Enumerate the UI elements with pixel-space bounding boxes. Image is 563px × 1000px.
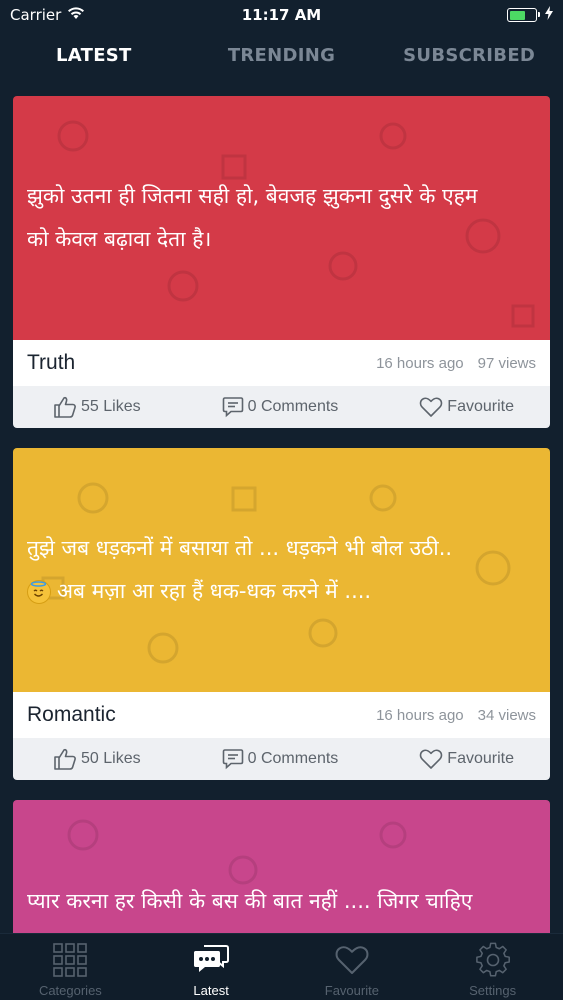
quote-line: तुझे जब धड़कनों में बसाया तो ... धड़कने … [27, 536, 453, 560]
chat-bubbles-icon [192, 940, 230, 980]
quote-text: झुको उतना ही जितना सही हो, बेवजह झुकना द… [27, 175, 477, 261]
quote-feed[interactable]: झुको उतना ही जितना सही हो, बेवजह झुकना द… [0, 96, 563, 933]
card-stats: 16 hours ago 34 views [376, 707, 536, 724]
angel-emoji-icon [27, 580, 51, 604]
tab-label: Settings [469, 983, 517, 998]
comment-count: 0 Comments [247, 398, 339, 415]
quote-card[interactable]: तुझे जब धड़कनों में बसाया तो ... धड़कने … [13, 448, 550, 780]
card-meta: Romantic 16 hours ago 34 views [13, 692, 550, 738]
status-time: 11:17 AM [241, 6, 322, 24]
time-ago: 16 hours ago [376, 354, 464, 372]
card-meta: Truth 16 hours ago 97 views [13, 340, 550, 386]
quote-line: झुको उतना ही जितना सही हो, बेवजह झुकना द… [27, 184, 478, 208]
quote-line: को केवल बढ़ावा देता है। [27, 227, 212, 251]
quote-body[interactable]: झुको उतना ही जितना सही हो, बेवजह झुकना द… [13, 96, 550, 340]
card-stats: 16 hours ago 97 views [376, 355, 536, 372]
quote-line: प्यार करना हर किसी के बस की बात नहीं ...… [27, 889, 473, 913]
heart-icon [419, 748, 443, 770]
comment-icon [222, 748, 244, 770]
grid-icon [52, 940, 88, 980]
category-label[interactable]: Truth [27, 351, 75, 375]
comment-icon [222, 396, 244, 418]
bottom-tab-bar: Categories Latest Favourite Settings [0, 933, 563, 1000]
card-actions: 50 Likes 0 Comments Favourite [13, 738, 550, 780]
favourite-label: Favourite [447, 750, 514, 767]
tab-favourite[interactable]: Favourite [282, 934, 423, 1000]
comment-button[interactable]: 0 Comments [222, 396, 339, 418]
time-ago: 16 hours ago [376, 706, 464, 724]
quote-body[interactable]: तुझे जब धड़कनों में बसाया तो ... धड़कने … [13, 448, 550, 692]
comment-button[interactable]: 0 Comments [222, 748, 339, 770]
favourite-button[interactable]: Favourite [419, 396, 514, 418]
heart-icon [334, 940, 370, 980]
quote-text: तुझे जब धड़कनों में बसाया तो ... धड़कने … [27, 527, 452, 613]
like-count: 50 Likes [81, 750, 141, 767]
battery-icon [507, 8, 540, 22]
status-bar: Carrier 11:17 AM [0, 0, 563, 30]
tab-label: Favourite [324, 983, 379, 998]
category-label[interactable]: Romantic [27, 703, 116, 727]
thumbs-up-icon [53, 748, 77, 770]
view-count: 34 views [477, 706, 536, 724]
quote-body[interactable]: प्यार करना हर किसी के बस की बात नहीं ...… [13, 800, 550, 933]
comment-count: 0 Comments [247, 750, 339, 767]
quote-line: अब मज़ा आ रहा हैं धक-धक करने में .... [27, 570, 452, 613]
card-actions: 55 Likes 0 Comments Favourite [13, 386, 550, 428]
tab-categories[interactable]: Categories [0, 934, 141, 1000]
tab-label: Categories [38, 983, 102, 998]
quote-text: प्यार करना हर किसी के बस की बात नहीं ...… [27, 880, 472, 923]
quote-line-text: अब मज़ा आ रहा हैं धक-धक करने में .... [57, 579, 372, 603]
favourite-label: Favourite [447, 398, 514, 415]
view-count: 97 views [477, 354, 536, 372]
gear-icon [475, 940, 511, 980]
heart-icon [419, 396, 443, 418]
quote-card[interactable]: प्यार करना हर किसी के बस की बात नहीं ...… [13, 800, 550, 933]
tab-settings[interactable]: Settings [422, 934, 563, 1000]
like-button[interactable]: 50 Likes [53, 748, 141, 770]
thumbs-up-icon [53, 396, 77, 418]
quote-card[interactable]: झुको उतना ही जितना सही हो, बेवजह झुकना द… [13, 96, 550, 428]
like-count: 55 Likes [81, 398, 141, 415]
favourite-button[interactable]: Favourite [419, 748, 514, 770]
tab-latest[interactable]: LATEST [0, 38, 188, 74]
tab-trending[interactable]: TRENDING [188, 38, 376, 74]
top-tabs: LATEST TRENDING SUBSCRIBED [0, 38, 563, 74]
tab-label: Latest [193, 983, 229, 998]
tab-subscribed[interactable]: SUBSCRIBED [375, 38, 563, 74]
like-button[interactable]: 55 Likes [53, 396, 141, 418]
tab-latest-bottom[interactable]: Latest [141, 934, 282, 1000]
